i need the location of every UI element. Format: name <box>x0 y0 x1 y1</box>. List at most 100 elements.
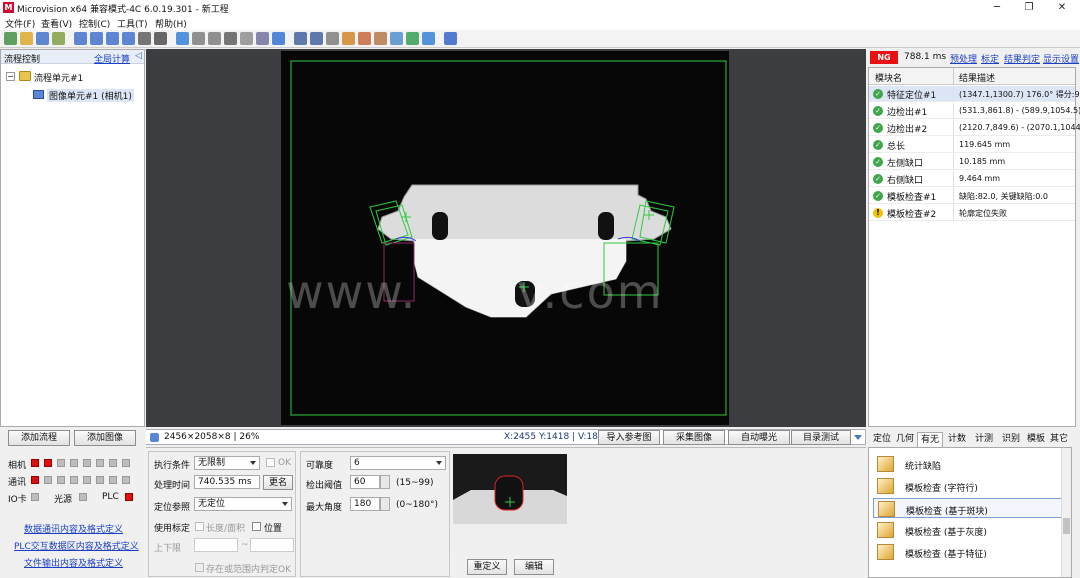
redefine-button[interactable]: 重定义 <box>467 559 507 575</box>
tab-7[interactable]: 其它 <box>1048 432 1070 447</box>
result-row[interactable]: ✓ 左侧缺口 10.185 mm <box>869 154 1075 170</box>
chart-icon[interactable] <box>256 32 269 45</box>
grid-icon[interactable] <box>52 32 65 45</box>
add-flow-button[interactable]: 添加流程 <box>8 430 70 446</box>
menu-view[interactable]: 查看(V) <box>41 17 72 30</box>
ok-check-icon: ✓ <box>873 123 883 133</box>
in-range-ok-checkbox[interactable] <box>195 563 204 572</box>
stop-icon[interactable] <box>208 32 221 45</box>
collapse-icon[interactable]: ◁ <box>135 51 142 61</box>
confidence-select[interactable]: 6 <box>350 456 446 470</box>
ok-checkbox[interactable] <box>266 458 275 467</box>
tab-1[interactable]: 几何 <box>894 432 916 447</box>
max-angle-field[interactable]: 180 <box>350 497 380 511</box>
tree-item-image-unit[interactable]: 图像单元#1 (相机1) <box>47 89 134 102</box>
play-icon[interactable] <box>176 32 189 45</box>
display-settings-link[interactable]: 显示设置 <box>1043 52 1079 65</box>
config-icon[interactable] <box>374 32 387 45</box>
result-row[interactable]: ✓ 总长 119.645 mm <box>869 137 1075 153</box>
auto-exposure-button[interactable]: 自动曝光 <box>728 430 790 445</box>
result-row[interactable]: ✓ 边检出#1 (531.3,861.8) - (589.9,1054.5) <box>869 103 1080 119</box>
crosshair-icon[interactable] <box>154 32 167 45</box>
menu-help[interactable]: 帮助(H) <box>155 17 187 30</box>
len-area-checkbox[interactable] <box>195 522 204 531</box>
fit-window-icon[interactable] <box>294 32 307 45</box>
add-image-button[interactable]: 添加图像 <box>74 430 136 446</box>
gear-icon[interactable] <box>406 32 419 45</box>
new-icon[interactable] <box>4 32 17 45</box>
rename-button[interactable]: 更名 <box>263 475 293 490</box>
max-angle-spinner[interactable] <box>380 497 390 511</box>
tool-item[interactable]: 统计缺陷 <box>873 454 1065 474</box>
tool-item[interactable]: 模板检查 (基于特征) <box>873 542 1065 562</box>
chevron-down-icon[interactable] <box>854 435 862 444</box>
tab-4[interactable]: 计测 <box>971 432 997 447</box>
tree-item-flow-unit[interactable]: 流程单元#1 <box>34 71 83 84</box>
gear-alt-icon[interactable] <box>422 32 435 45</box>
zoom-actual-icon[interactable] <box>122 32 135 45</box>
locate-ref-select[interactable]: 无定位 <box>194 497 292 511</box>
plc-led <box>125 493 133 501</box>
save-icon[interactable] <box>36 32 49 45</box>
calibration-link[interactable]: 标定 <box>981 52 999 65</box>
stretch-icon[interactable] <box>310 32 323 45</box>
threshold-spinner[interactable] <box>380 475 390 489</box>
crop-icon[interactable] <box>224 32 237 45</box>
print-icon[interactable] <box>326 32 339 45</box>
list-icon[interactable] <box>272 32 285 45</box>
zoom-fit-icon[interactable] <box>106 32 119 45</box>
scrollbar-thumb[interactable] <box>1063 518 1070 534</box>
result-row[interactable]: ! 模板检查#2 轮廓定位失败 <box>869 205 1075 221</box>
preprocess-link[interactable]: 预处理 <box>950 52 977 65</box>
file-output-format-link[interactable]: 文件输出内容及格式定义 <box>24 556 123 569</box>
tool-item[interactable]: 模板检查 (基于斑块) <box>873 498 1065 518</box>
tree-expand-icon[interactable]: − <box>6 72 15 81</box>
import-reference-button[interactable]: 导入参考图 <box>598 430 660 445</box>
threshold-field[interactable]: 60 <box>350 475 380 489</box>
tab-2[interactable]: 有无 <box>917 432 943 447</box>
plc-data-format-link[interactable]: PLC交互数据区内容及格式定义 <box>14 539 139 552</box>
directory-test-button[interactable]: 目录测试 <box>791 430 851 445</box>
info-icon[interactable] <box>444 32 457 45</box>
tab-5[interactable]: 识别 <box>998 432 1024 447</box>
position-checkbox[interactable] <box>252 522 261 531</box>
compute-all-link[interactable]: 全局计算 <box>94 52 130 65</box>
comm-led <box>31 476 39 484</box>
edit-button[interactable]: 编辑 <box>514 559 554 575</box>
zoom-out-icon[interactable] <box>90 32 103 45</box>
result-row[interactable]: ✓ 右侧缺口 9.464 mm <box>869 171 1075 187</box>
camera-icon[interactable] <box>240 32 253 45</box>
data-comm-format-link[interactable]: 数据通讯内容及格式定义 <box>24 522 123 535</box>
result-description: 10.185 mm <box>959 157 1006 166</box>
zoom-in-icon[interactable] <box>74 32 87 45</box>
menu-control[interactable]: 控制(C) <box>79 17 110 30</box>
menu-file[interactable]: 文件(F) <box>5 17 35 30</box>
eye-icon[interactable] <box>138 32 151 45</box>
export-icon[interactable] <box>358 32 371 45</box>
image-viewer[interactable]: www. v.com <box>146 49 866 427</box>
minimize-button[interactable]: ─ <box>979 0 1015 15</box>
tool-item[interactable]: 模板检查 (基于灰度) <box>873 520 1065 540</box>
result-row[interactable]: ✓ 边检出#2 (2120.7,849.6) - (2070.1,1044.7) <box>869 120 1080 136</box>
upper-bound-field[interactable] <box>250 538 294 552</box>
result-row[interactable]: ✓ 模板检查#1 缺陷:82.0, 关键缺陷:0.0 <box>869 188 1075 204</box>
refresh-icon[interactable] <box>342 32 355 45</box>
image-icon[interactable] <box>390 32 403 45</box>
tool-list-scrollbar[interactable] <box>1061 448 1071 577</box>
tool-item[interactable]: 模板检查 (字符行) <box>873 476 1065 496</box>
lower-bound-field[interactable] <box>194 538 238 552</box>
maximize-button[interactable]: ❐ <box>1011 0 1047 15</box>
result-row[interactable]: ✓ 特征定位#1 (1347.1,1300.7) 176.0° 得分:99 <box>869 86 1080 102</box>
tab-0[interactable]: 定位 <box>871 432 893 447</box>
template-preview[interactable] <box>453 454 567 554</box>
open-icon[interactable] <box>20 32 33 45</box>
close-button[interactable]: ✕ <box>1044 0 1080 15</box>
exec-condition-select[interactable]: 无限制 <box>194 456 260 470</box>
capture-image-button[interactable]: 采集图像 <box>663 430 725 445</box>
tab-6[interactable]: 模板 <box>1025 432 1047 447</box>
light-status-label: 光源 <box>54 495 73 505</box>
tab-3[interactable]: 计数 <box>944 432 970 447</box>
pause-icon[interactable] <box>192 32 205 45</box>
menu-tools[interactable]: 工具(T) <box>117 17 148 30</box>
result-judge-link[interactable]: 结果判定 <box>1004 52 1040 65</box>
